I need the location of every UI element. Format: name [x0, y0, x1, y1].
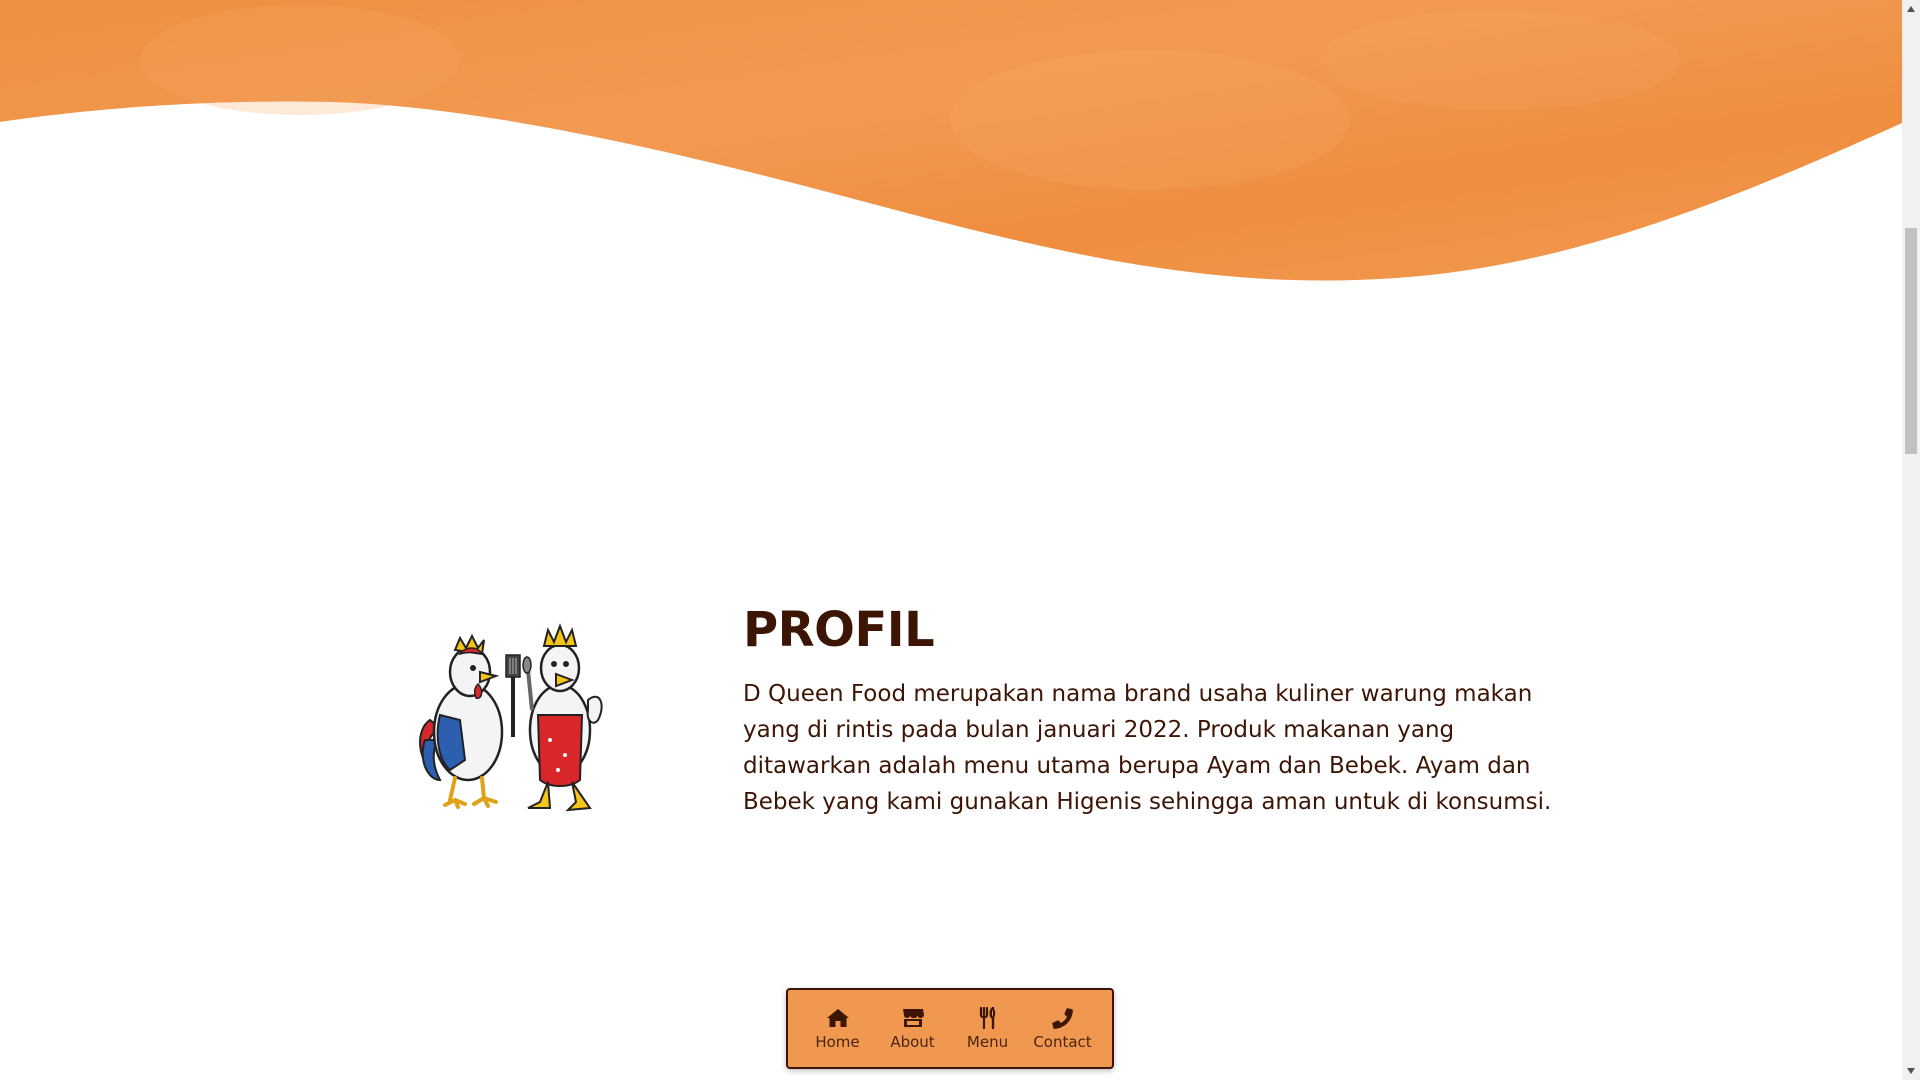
home-icon — [826, 1008, 849, 1027]
profile-description: D Queen Food merupakan nama brand usaha … — [743, 681, 1552, 815]
nav-item-menu[interactable]: Menu — [953, 1006, 1023, 1051]
page-viewport: PROFIL D Queen Food merupakan nama brand… — [0, 0, 1902, 1080]
scroll-down-arrow-icon[interactable] — [1902, 1062, 1920, 1080]
chicken-duck-mascot-logo — [419, 623, 603, 812]
nav-item-about[interactable]: About — [878, 1007, 948, 1051]
duck-mascot — [522, 623, 603, 812]
vertical-scrollbar[interactable] — [1902, 0, 1920, 1080]
nav-label-about: About — [890, 1032, 935, 1051]
nav-item-home[interactable]: Home — [803, 1007, 873, 1051]
store-icon — [902, 1008, 924, 1027]
utensils-icon — [979, 1006, 995, 1029]
nav-label-home: Home — [815, 1032, 860, 1051]
profile-heading: PROFIL — [743, 602, 935, 658]
scroll-up-arrow-icon[interactable] — [1902, 0, 1920, 18]
nav-label-contact: Contact — [1033, 1032, 1092, 1051]
nav-item-contact[interactable]: Contact — [1028, 1007, 1098, 1051]
phone-icon — [1051, 1007, 1073, 1029]
scrollbar-thumb[interactable] — [1905, 228, 1917, 454]
bottom-nav-bar: Home About Menu Contact — [786, 988, 1114, 1069]
nav-label-menu: Menu — [966, 1032, 1009, 1051]
rooster-mascot — [419, 633, 521, 809]
profile-section: PROFIL D Queen Food merupakan nama brand… — [0, 0, 1902, 1080]
